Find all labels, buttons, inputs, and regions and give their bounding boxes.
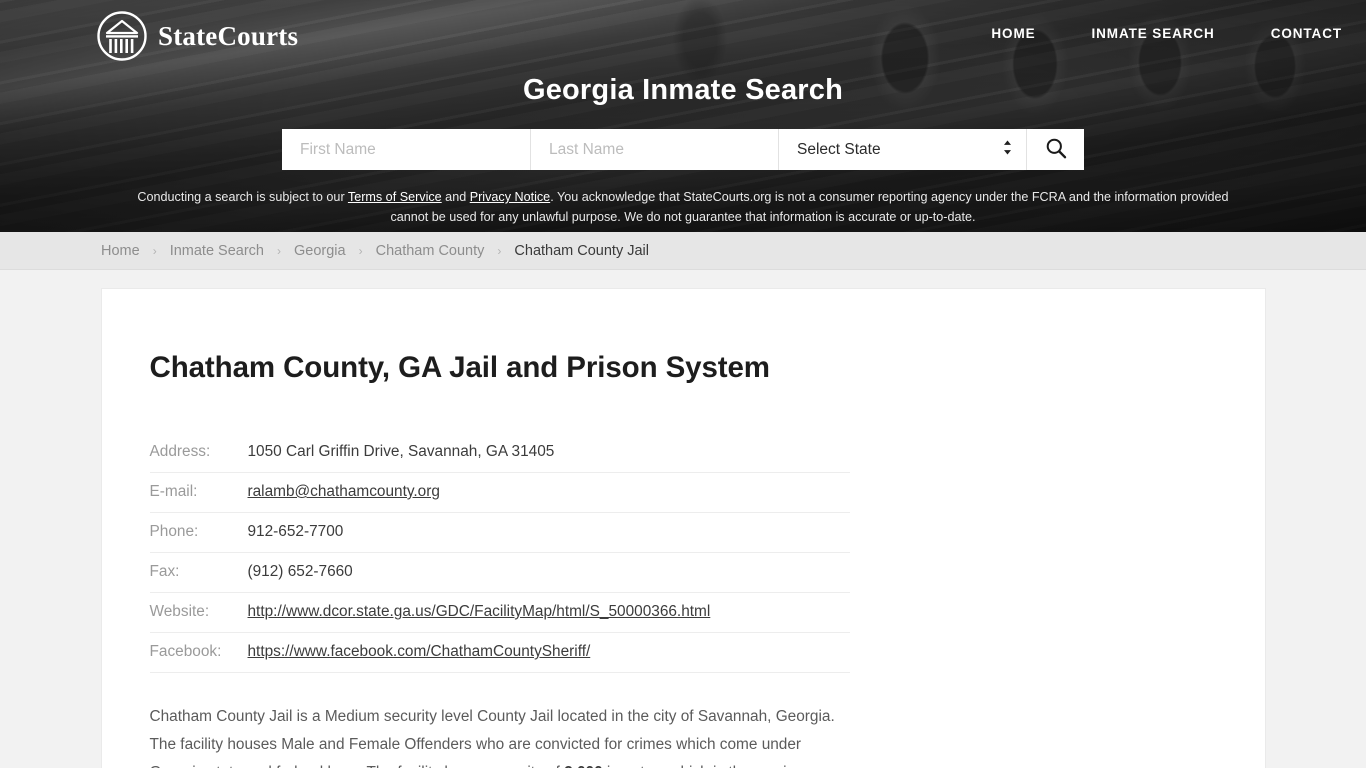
courthouse-circle-icon: [96, 10, 148, 62]
state-select-wrapper: Select State: [778, 129, 1026, 170]
info-label-email: E-mail:: [149, 472, 248, 513]
table-row: Fax: (912) 652-7660: [149, 552, 850, 593]
nav-item-inmate-search[interactable]: INMATE SEARCH: [1092, 26, 1215, 41]
info-label-fax: Fax:: [149, 552, 248, 593]
hero-banner: StateCourts HOME INMATE SEARCH CONTACT G…: [0, 0, 1366, 232]
breadcrumb-item-current: Chatham County Jail: [514, 242, 649, 259]
description-part-1: Chatham County Jail is a Medium security…: [149, 708, 835, 768]
website-link[interactable]: http://www.dcor.state.ga.us/GDC/Facility…: [248, 603, 711, 620]
info-label-facebook: Facebook:: [149, 632, 248, 673]
breadcrumb-item-chatham-county[interactable]: Chatham County: [376, 243, 485, 259]
info-value-email: ralamb@chathamcounty.org: [247, 472, 850, 513]
nav-item-home[interactable]: HOME: [991, 26, 1035, 41]
info-value-fax: (912) 652-7660: [247, 552, 850, 593]
breadcrumb-separator: ›: [497, 243, 502, 258]
breadcrumb-separator: ›: [277, 243, 281, 258]
search-disclaimer: Conducting a search is subject to our Te…: [133, 187, 1233, 227]
facebook-link[interactable]: https://www.facebook.com/ChathamCountySh…: [248, 643, 591, 660]
table-row: Website: http://www.dcor.state.ga.us/GDC…: [149, 592, 850, 633]
breadcrumb-bar: Home › Inmate Search › Georgia › Chatham…: [0, 232, 1366, 270]
info-label-phone: Phone:: [149, 512, 248, 553]
brand-logo-link[interactable]: StateCourts: [96, 10, 298, 62]
info-label-website: Website:: [149, 592, 248, 633]
search-button[interactable]: [1026, 129, 1084, 170]
table-row: Facebook: https://www.facebook.com/Chath…: [149, 632, 850, 673]
page-title: Chatham County, GA Jail and Prison Syste…: [149, 351, 771, 384]
facility-info-table: Address: 1050 Carl Griffin Drive, Savann…: [149, 433, 850, 673]
breadcrumb-item-georgia[interactable]: Georgia: [294, 243, 346, 259]
nav-item-contact[interactable]: CONTACT: [1271, 26, 1342, 41]
content-card: Chatham County, GA Jail and Prison Syste…: [100, 288, 1266, 768]
top-bar: StateCourts HOME INMATE SEARCH CONTACT: [0, 0, 1366, 72]
disclaimer-text-before: Conducting a search is subject to our: [137, 190, 348, 204]
first-name-input[interactable]: [282, 129, 530, 170]
table-row: Address: 1050 Carl Griffin Drive, Savann…: [149, 433, 850, 473]
info-value-address: 1050 Carl Griffin Drive, Savannah, GA 31…: [247, 433, 850, 473]
table-row: Phone: 912-652-7700: [149, 512, 850, 553]
info-value-phone: 912-652-7700: [247, 512, 850, 553]
terms-of-service-link[interactable]: Terms of Service: [348, 190, 442, 204]
table-row: E-mail: ralamb@chathamcounty.org: [149, 472, 850, 513]
privacy-notice-link[interactable]: Privacy Notice: [470, 190, 550, 204]
description-capacity: 2,000: [564, 764, 603, 768]
breadcrumb-item-inmate-search[interactable]: Inmate Search: [170, 243, 264, 259]
breadcrumb-separator: ›: [152, 243, 157, 258]
main-navigation: HOME INMATE SEARCH CONTACT: [991, 26, 1342, 41]
breadcrumb: Home › Inmate Search › Georgia › Chatham…: [101, 243, 649, 259]
hero-title: Georgia Inmate Search: [522, 74, 844, 106]
inmate-search-form: Select State: [282, 129, 1084, 170]
last-name-input[interactable]: [530, 129, 778, 170]
info-value-website: http://www.dcor.state.ga.us/GDC/Facility…: [247, 592, 850, 633]
breadcrumb-separator: ›: [358, 243, 363, 258]
facility-description: Chatham County Jail is a Medium security…: [150, 703, 850, 768]
state-select[interactable]: Select State: [779, 129, 1026, 170]
email-link[interactable]: ralamb@chathamcounty.org: [248, 483, 440, 500]
disclaimer-text-between: and: [441, 190, 470, 204]
breadcrumb-item-home[interactable]: Home: [101, 243, 140, 259]
brand-name: StateCourts: [158, 20, 299, 51]
search-icon: [1045, 137, 1067, 162]
info-value-facebook: https://www.facebook.com/ChathamCountySh…: [247, 632, 850, 673]
info-label-address: Address:: [149, 433, 248, 473]
